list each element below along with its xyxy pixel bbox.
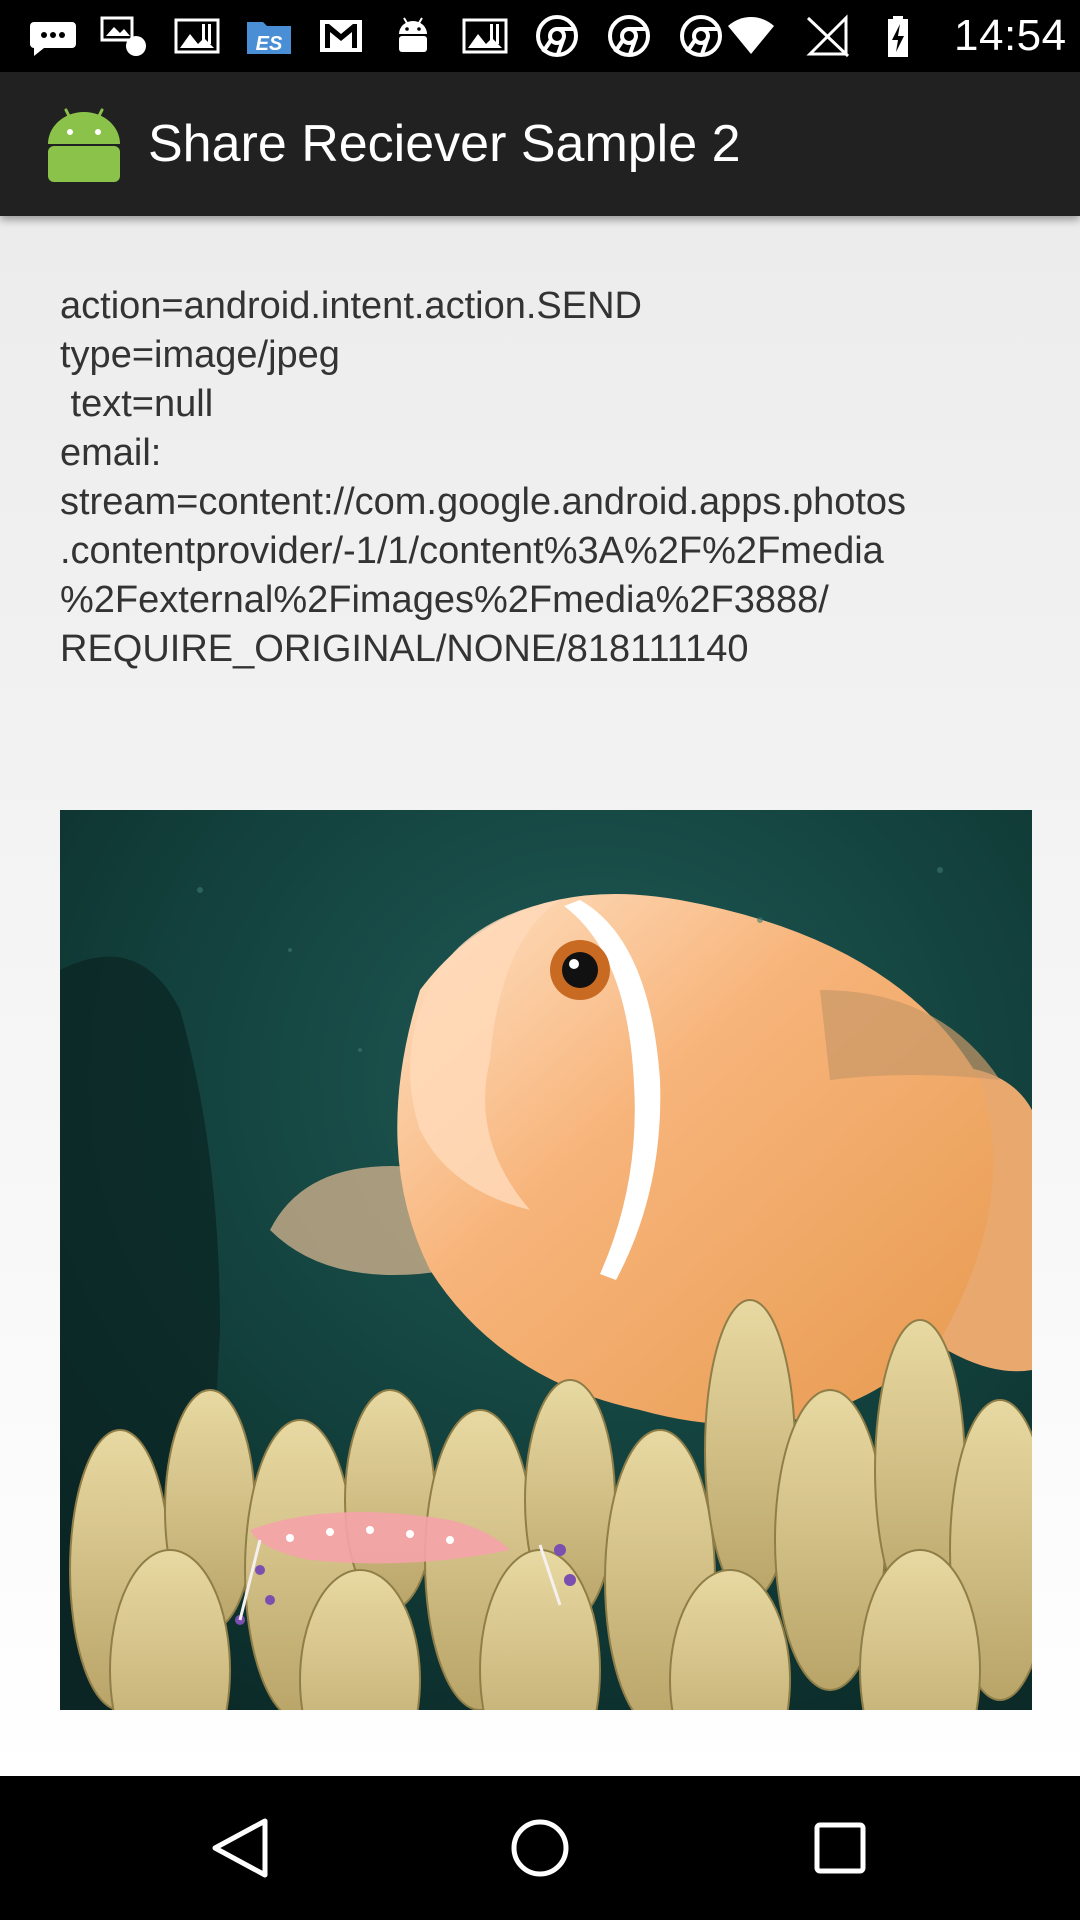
no-sim-icon xyxy=(802,14,852,58)
recents-button[interactable] xyxy=(795,1803,885,1893)
gmail-icon xyxy=(316,14,366,58)
back-icon xyxy=(212,1818,268,1878)
navigation-bar xyxy=(0,1776,1080,1920)
status-bar: ES 14:54 xyxy=(0,0,1080,72)
intent-line: type=image/jpeg xyxy=(60,334,340,376)
intent-line: REQUIRE_ORIGINAL/NONE/818111140 xyxy=(60,628,749,670)
battery-charging-icon xyxy=(878,14,928,58)
android-icon xyxy=(388,14,438,58)
intent-line: stream=content://com.google.android.apps… xyxy=(60,481,907,523)
svg-text:ES: ES xyxy=(256,33,283,55)
wifi-icon xyxy=(726,14,776,58)
intent-info-text: action=android.intent.action.SEND type=i… xyxy=(60,282,1020,674)
notification-icons: ES xyxy=(28,14,726,58)
intent-line: action=android.intent.action.SEND xyxy=(60,285,642,327)
chrome-icon xyxy=(676,14,726,58)
screen: ES 14:54 Share Reciever Sample 2 action=… xyxy=(0,0,1080,1920)
es-file-explorer-icon: ES xyxy=(244,14,294,58)
image-icon xyxy=(460,14,510,58)
recents-icon xyxy=(814,1822,866,1874)
shared-image xyxy=(60,810,1032,1710)
content-area: action=android.intent.action.SEND type=i… xyxy=(0,216,1080,1776)
chat-icon xyxy=(28,14,78,58)
intent-line: %2Fexternal%2Fimages%2Fmedia%2F3888/ xyxy=(60,579,829,621)
android-robot-icon xyxy=(48,108,120,182)
chrome-icon xyxy=(604,14,654,58)
home-button[interactable] xyxy=(495,1803,585,1893)
gallery-icon xyxy=(100,14,150,58)
intent-line: .contentprovider/-1/1/content%3A%2F%2Fme… xyxy=(60,530,884,572)
back-button[interactable] xyxy=(195,1803,285,1893)
clock: 14:54 xyxy=(954,11,1067,60)
image-icon xyxy=(172,14,222,58)
action-bar: Share Reciever Sample 2 xyxy=(0,72,1080,216)
intent-line: email: xyxy=(60,432,162,474)
chrome-icon xyxy=(532,14,582,58)
app-title: Share Reciever Sample 2 xyxy=(148,115,741,173)
intent-line: text=null xyxy=(60,383,214,425)
home-icon xyxy=(511,1819,569,1877)
system-icons: 14:54 xyxy=(726,11,1067,61)
